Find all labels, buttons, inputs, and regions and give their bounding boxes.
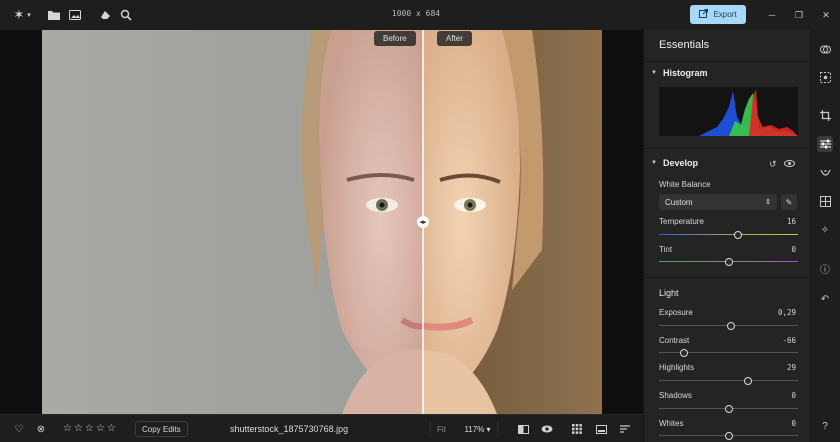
- whites-label: Whites: [659, 419, 684, 428]
- divider: [644, 277, 810, 278]
- contrast-label: Contrast: [659, 336, 690, 345]
- help-icon[interactable]: ?: [817, 418, 833, 434]
- eraser-icon[interactable]: [98, 7, 114, 23]
- essentials-panel: Essentials ▼ Histogram ▼ Develop ↺ White…: [643, 30, 810, 442]
- shadows-label: Shadows: [659, 391, 692, 400]
- shadows-value: 0: [791, 391, 796, 400]
- collapse-triangle-icon: ▼: [651, 160, 657, 166]
- temperature-label: Temperature: [659, 217, 704, 226]
- highlights-slider[interactable]: [659, 376, 798, 385]
- after-label: After: [437, 31, 472, 46]
- exposure-value: 0,29: [777, 308, 796, 317]
- white-balance-label: White Balance: [659, 180, 711, 189]
- grid-structure-icon[interactable]: [817, 193, 833, 209]
- layers-icon[interactable]: [817, 41, 833, 57]
- slider-thumb[interactable]: [724, 431, 733, 440]
- exposure-label: Exposure: [659, 308, 693, 317]
- develop-label: Develop: [662, 158, 698, 168]
- temperature-slider[interactable]: [659, 230, 798, 239]
- develop-header[interactable]: ▼ Develop: [651, 158, 698, 168]
- white-balance-select[interactable]: Custom ⇕: [659, 194, 777, 210]
- minimize-icon[interactable]: ─: [765, 8, 779, 22]
- temperature-value: 16: [786, 217, 796, 226]
- contrast-value: -66: [782, 336, 796, 345]
- collapse-triangle-icon: ▼: [651, 70, 657, 76]
- reject-icon[interactable]: ⊗: [34, 422, 48, 436]
- slider-thumb[interactable]: [743, 376, 752, 385]
- zoom-select[interactable]: 117% ▾: [458, 421, 498, 438]
- slider-thumb[interactable]: [727, 321, 736, 330]
- heal-icon[interactable]: [817, 165, 833, 181]
- white-balance-value: Custom: [665, 197, 693, 207]
- tint-slider[interactable]: [659, 257, 798, 266]
- light-heading: Light: [659, 288, 679, 298]
- visibility-eye-icon[interactable]: [784, 159, 795, 169]
- divider: [644, 61, 810, 62]
- chevron-down-icon[interactable]: ▾: [24, 7, 34, 23]
- whites-value: 0: [791, 419, 796, 428]
- histogram-label: Histogram: [662, 68, 708, 78]
- export-icon: [699, 9, 709, 20]
- histogram-chart: [659, 87, 798, 136]
- image-dimensions: 1000 x 684: [391, 9, 441, 18]
- slider-thumb[interactable]: [734, 230, 743, 239]
- heart-icon[interactable]: ♡: [12, 422, 26, 436]
- tool-rail: ✧ ⓘ ↶ ?: [810, 30, 840, 442]
- tint-value: 0: [791, 245, 796, 254]
- tint-label: Tint: [659, 245, 673, 254]
- adjust-sliders-icon[interactable]: [817, 136, 833, 152]
- single-view-icon[interactable]: [594, 422, 608, 436]
- undo-history-icon[interactable]: ↶: [817, 291, 833, 307]
- close-icon[interactable]: ✕: [819, 8, 833, 22]
- slider-thumb[interactable]: [724, 404, 733, 413]
- divider: [644, 148, 810, 149]
- bottom-toolbar: ♡ ⊗ ☆☆☆☆☆ Copy Edits shutterstock_187573…: [0, 414, 643, 442]
- magic-icon[interactable]: ✧: [817, 222, 833, 238]
- whites-slider[interactable]: [659, 431, 798, 440]
- reset-icon[interactable]: ↺: [769, 159, 777, 170]
- drag-arrows-icon[interactable]: ◂▸: [417, 216, 429, 228]
- grid-view-icon[interactable]: [570, 422, 584, 436]
- crop-icon[interactable]: [817, 107, 833, 123]
- compare-view-icon[interactable]: [516, 422, 530, 436]
- before-label: Before: [374, 31, 416, 46]
- folder-icon[interactable]: [46, 7, 62, 23]
- rating-stars[interactable]: ☆☆☆☆☆: [63, 423, 118, 434]
- top-toolbar: ✶ ▾ 1000 x 684 Export ─ ❐ ✕: [0, 0, 840, 30]
- restore-icon[interactable]: ❐: [792, 8, 806, 22]
- sort-icon[interactable]: [618, 422, 632, 436]
- fit-button[interactable]: Fit: [430, 421, 452, 438]
- image-import-icon[interactable]: [67, 7, 83, 23]
- panel-title: Essentials: [659, 39, 710, 51]
- copy-edits-button[interactable]: Copy Edits: [135, 421, 188, 437]
- ai-select-icon[interactable]: [817, 69, 833, 85]
- image-canvas[interactable]: Before After ◂▸: [0, 30, 643, 414]
- search-zoom-icon[interactable]: [118, 7, 134, 23]
- highlights-label: Highlights: [659, 363, 695, 372]
- slider-thumb[interactable]: [724, 257, 733, 266]
- before-after-photo[interactable]: Before After ◂▸: [42, 30, 602, 414]
- file-name: shutterstock_1875730768.jpg: [230, 424, 349, 434]
- exposure-slider[interactable]: [659, 321, 798, 330]
- highlights-value: 29: [786, 363, 796, 372]
- shadows-slider[interactable]: [659, 404, 798, 413]
- histogram-header[interactable]: ▼ Histogram: [651, 68, 707, 78]
- export-button[interactable]: Export: [690, 5, 746, 24]
- eyedropper-icon[interactable]: ✎: [781, 194, 797, 210]
- contrast-slider[interactable]: [659, 348, 798, 357]
- export-label: Export: [713, 10, 737, 19]
- info-icon[interactable]: ⓘ: [817, 260, 833, 276]
- updown-chevron-icon: ⇕: [765, 199, 771, 206]
- slider-thumb[interactable]: [680, 348, 689, 357]
- eye-icon[interactable]: [540, 422, 554, 436]
